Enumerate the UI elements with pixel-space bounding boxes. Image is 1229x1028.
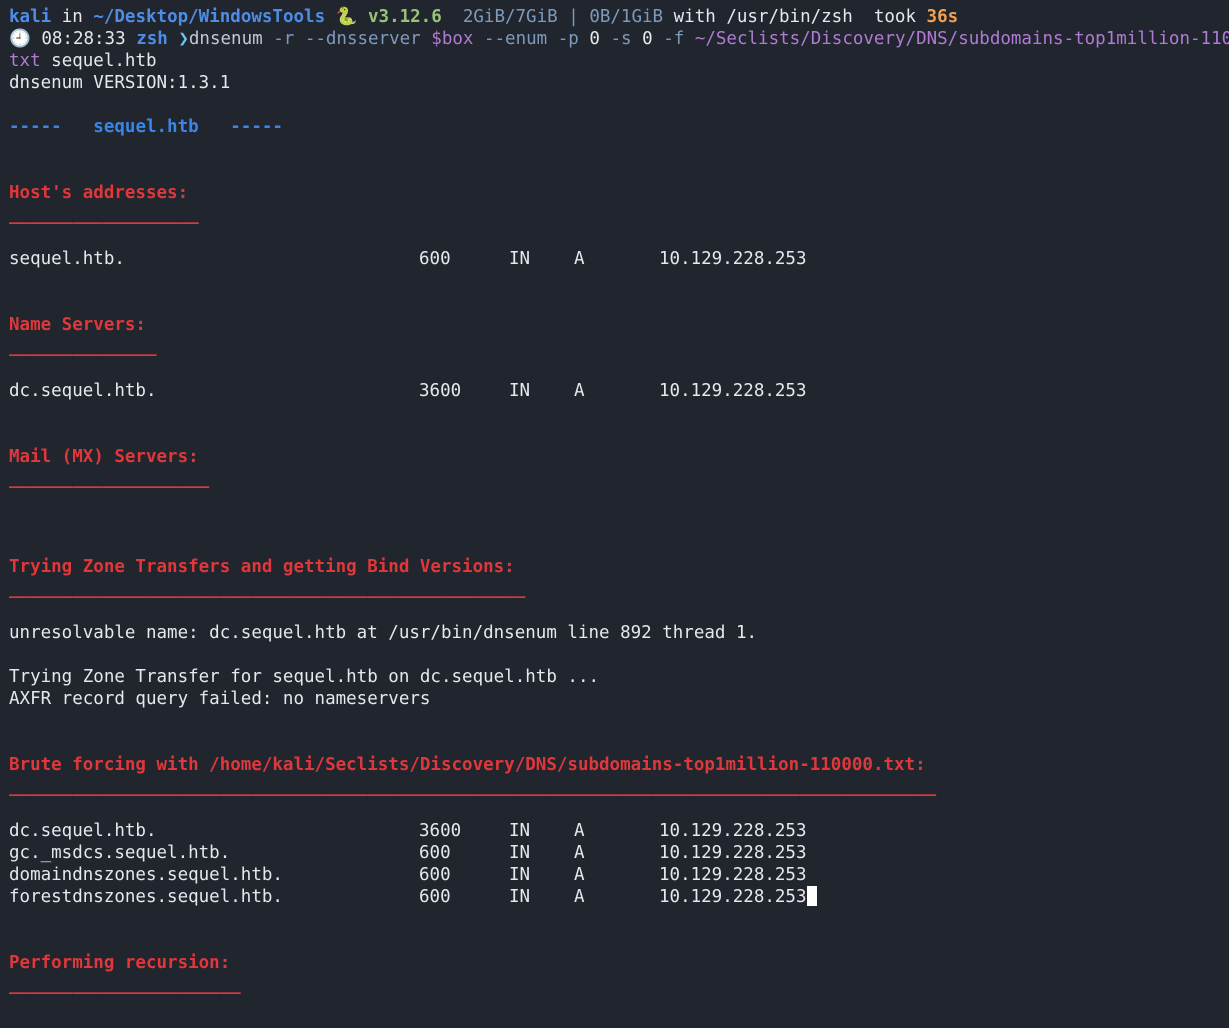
status-separator: | bbox=[568, 7, 579, 27]
command-line-wrap: txt sequel.htb bbox=[9, 50, 1229, 72]
cmd-target: sequel.htb bbox=[51, 51, 157, 71]
cmd-arg-p: -p bbox=[557, 29, 579, 49]
domain-banner: ----- sequel.htb ----- bbox=[9, 117, 283, 137]
recursion-rule: ______________________ bbox=[9, 975, 241, 995]
ns-rule: ______________ bbox=[9, 337, 157, 357]
brute-rule: ________________________________________… bbox=[9, 777, 937, 797]
cmd-arg-dnsserver: --dnsserver bbox=[304, 29, 421, 49]
ns-heading: Name Servers: bbox=[9, 315, 146, 335]
hosts-rule: __________________ bbox=[9, 205, 199, 225]
brute-record-row: forestdnszones.sequel.htb. 600 IN A 10.129.2… bbox=[9, 886, 1229, 908]
hosts-heading: Host's addresses: bbox=[9, 183, 189, 203]
cmd-name: dnsenum bbox=[188, 29, 263, 49]
python-icon: 🐍 bbox=[335, 7, 358, 27]
cmd-wordlist: ~/Seclists/Discovery/DNS/subdomains-top1… bbox=[694, 29, 1229, 49]
memory-usage: 2GiB/7GiB bbox=[462, 7, 558, 27]
zone-transfer-line: Trying Zone Transfer for sequel.htb on d… bbox=[9, 667, 600, 687]
prompt-with: with bbox=[673, 7, 716, 27]
shell-path: /usr/bin/zsh bbox=[726, 7, 853, 27]
brute-record-row: domaindnszones.sequel.htb. 600 IN A 10.129.2… bbox=[9, 865, 807, 885]
terminal-cursor bbox=[806, 886, 817, 906]
mx-rule: ___________________ bbox=[9, 469, 210, 489]
python-version: v3.12.6 bbox=[368, 7, 442, 27]
cmd-arg-f: -f bbox=[663, 29, 685, 49]
cmd-val-s: 0 bbox=[642, 29, 653, 49]
swap-usage: 0B/1GiB bbox=[589, 7, 664, 27]
host-record-row: sequel.htb. 600 IN A 10.129.228.253 bbox=[9, 249, 807, 269]
prompt-time: 08:28:33 bbox=[41, 29, 126, 49]
brute-heading: Brute forcing with /home/kali/Seclists/D… bbox=[9, 755, 926, 775]
mx-heading: Mail (MX) Servers: bbox=[9, 447, 199, 467]
zone-heading: Trying Zone Transfers and getting Bind V… bbox=[9, 557, 515, 577]
command-duration: 36s bbox=[926, 7, 959, 27]
prompt-path: ~/Desktop/WindowsTools bbox=[93, 7, 326, 27]
cmd-arg-enum: --enum bbox=[483, 29, 548, 49]
prompt-arrow-icon: ❯ bbox=[178, 29, 189, 49]
cmd-wordlist-ext: txt bbox=[9, 51, 41, 71]
cmd-val-p: 0 bbox=[589, 29, 600, 49]
prompt-status-line: kali in ~/Desktop/WindowsTools 🐍 v3.12.6… bbox=[9, 6, 1229, 28]
brute-record-row: gc._msdcs.sequel.htb. 600 IN A 10.129.228.25… bbox=[9, 843, 807, 863]
clock-icon: 🕘 bbox=[9, 29, 31, 49]
command-line: 🕘 08:28:33 zsh ❯dnsenum -r --dnsserver $… bbox=[9, 28, 1229, 50]
recursion-heading: Performing recursion: bbox=[9, 953, 231, 973]
cmd-arg-s: -s bbox=[610, 29, 632, 49]
prompt-took: took bbox=[873, 7, 916, 27]
prompt-shell: zsh bbox=[136, 29, 168, 49]
version-line: dnsenum VERSION:1.3.1 bbox=[9, 73, 231, 93]
cmd-arg-r: -r bbox=[273, 29, 295, 49]
zone-rule: ________________________________________… bbox=[9, 579, 526, 599]
terminal-window[interactable]: kali in ~/Desktop/WindowsTools 🐍 v3.12.6… bbox=[0, 0, 1229, 1028]
zone-unresolvable-line: unresolvable name: dc.sequel.htb at /usr… bbox=[9, 623, 758, 643]
prompt-in: in bbox=[51, 7, 94, 27]
prompt-user: kali bbox=[9, 7, 52, 27]
axfr-failed-line: AXFR record query failed: no nameservers bbox=[9, 689, 431, 709]
ns-record-row: dc.sequel.htb. 3600 IN A 10.129.228.253 bbox=[9, 381, 807, 401]
brute-record-row: dc.sequel.htb. 3600 IN A 10.129.228.253 bbox=[9, 821, 807, 841]
banner-domain: sequel.htb bbox=[93, 117, 199, 137]
cmd-var-box: $box bbox=[431, 29, 474, 49]
